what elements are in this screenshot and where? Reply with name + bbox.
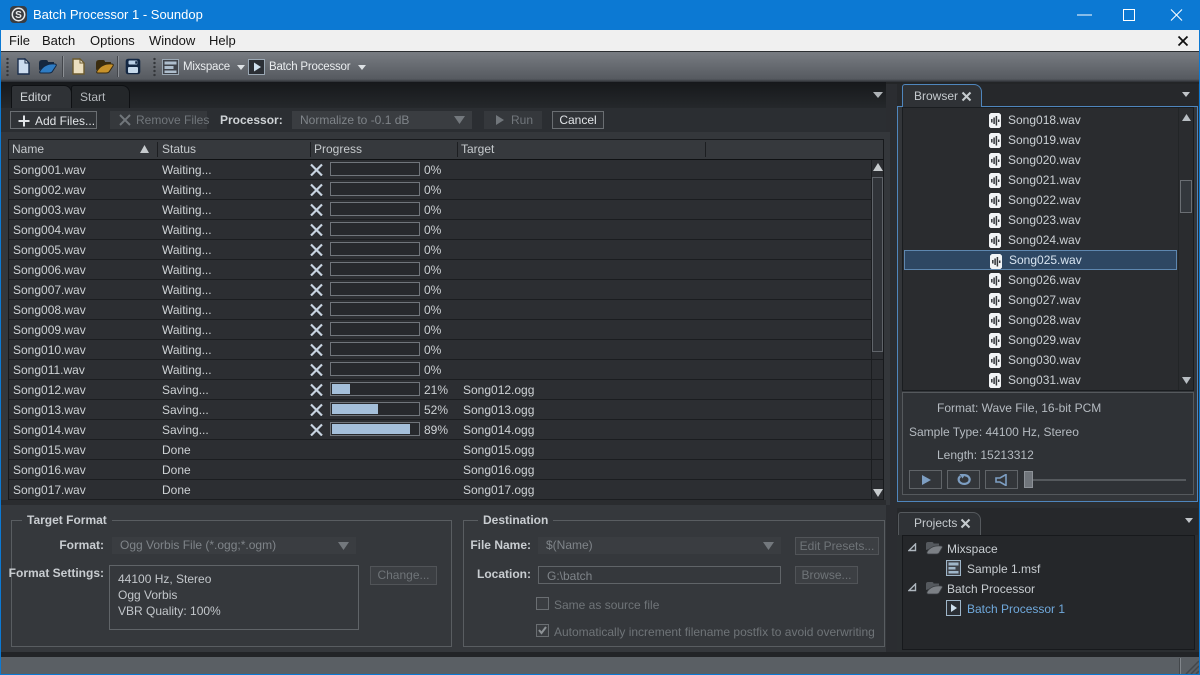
- svg-text:S: S: [15, 10, 22, 21]
